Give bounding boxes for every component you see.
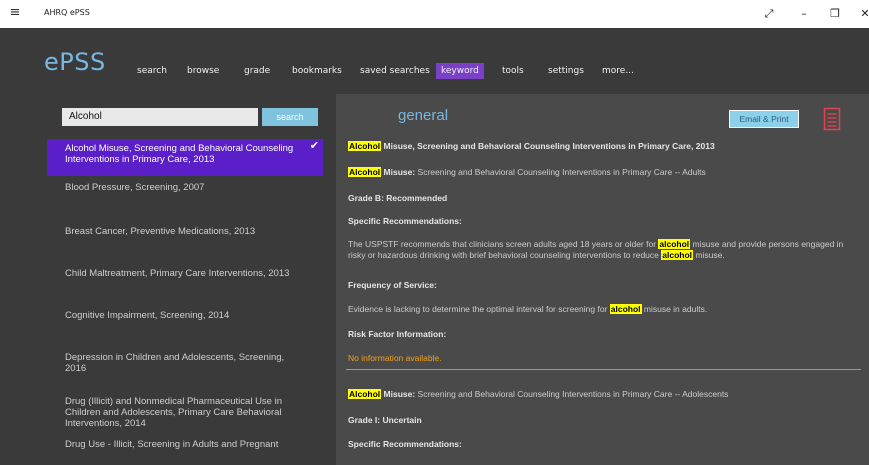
adults-spec-label: Specific Recommendations:	[348, 216, 462, 226]
adults-frequency-text: Evidence is lacking to determine the opt…	[348, 304, 708, 314]
adolescents-recommendation-title: Alcohol Misuse: Screening and Behavioral…	[348, 389, 729, 399]
bookmark-icon[interactable]	[823, 107, 841, 131]
keyword-highlight: Alcohol	[348, 167, 382, 177]
result-title: Drug (Illicit) and Nonmedical Pharmaceut…	[65, 396, 283, 429]
nav-keyword[interactable]: keyword	[436, 63, 484, 79]
nav-search[interactable]: search	[137, 63, 167, 79]
section-title: general	[398, 107, 449, 124]
check-icon: ✔	[309, 140, 319, 152]
nav-settings[interactable]: settings	[548, 63, 584, 79]
result-item[interactable]: Cognitive Impairment, Screening, 2014	[47, 310, 323, 321]
adults-spec-text: The USPSTF recommends that clinicians sc…	[348, 239, 844, 260]
nav-tools[interactable]: tools	[502, 63, 524, 79]
adults-recommendation-title: Alcohol Misuse: Screening and Behavioral…	[348, 167, 706, 177]
result-title: Breast Cancer, Preventive Medications, 2…	[65, 226, 256, 237]
nav-more[interactable]: more...	[602, 63, 634, 79]
keyword-highlight: alcohol	[661, 250, 694, 260]
result-item[interactable]: Alcohol Misuse, Screening and Behavioral…	[47, 139, 323, 176]
result-item[interactable]: Child Maltreatment, Primary Care Interve…	[47, 268, 323, 279]
adults-frequency-label: Frequency of Service:	[348, 280, 437, 290]
nav-browse[interactable]: browse	[187, 63, 219, 79]
adults-risk-label: Risk Factor Information:	[348, 329, 447, 339]
nav-bookmarks[interactable]: bookmarks	[292, 63, 342, 79]
result-item[interactable]: Depression in Children and Adolescents, …	[47, 352, 323, 374]
app-header	[0, 28, 869, 94]
nav-grade[interactable]: grade	[244, 63, 270, 79]
result-item[interactable]: Drug Use - Illicit, Screening in Adults …	[47, 439, 323, 450]
minimize-button[interactable]: –	[795, 5, 813, 23]
email-print-button[interactable]: Email & Print	[729, 110, 799, 128]
result-item[interactable]: Breast Cancer, Preventive Medications, 2…	[47, 226, 323, 237]
restore-button[interactable]: ❐	[826, 5, 844, 23]
keyword-highlight: Alcohol	[348, 389, 382, 399]
keyword-highlight: alcohol	[609, 304, 642, 314]
app-logo: ePSS	[44, 48, 106, 76]
section-divider	[346, 369, 861, 370]
nav-saved-searches[interactable]: saved searches	[360, 63, 430, 79]
close-button[interactable]: ✕	[856, 5, 869, 23]
keyword-highlight: Alcohol	[348, 141, 382, 151]
result-item[interactable]: Drug (Illicit) and Nonmedical Pharmaceut…	[47, 396, 323, 429]
result-title: Depression in Children and Adolescents, …	[65, 352, 285, 374]
result-title: Drug Use - Illicit, Screening in Adults …	[65, 439, 279, 450]
adolescents-spec-label: Specific Recommendations:	[348, 439, 462, 449]
adults-risk-text: No information available.	[348, 353, 442, 363]
adults-grade: Grade B: Recommended	[348, 193, 448, 203]
result-title: Child Maltreatment, Primary Care Interve…	[65, 268, 290, 279]
keyword-highlight: alcohol	[658, 239, 691, 249]
hamburger-menu-icon[interactable]: ≡	[6, 4, 24, 22]
title-bar: ≡ AHRQ ePSS ⤢ – ❐ ✕	[0, 0, 869, 28]
adolescents-grade: Grade I: Uncertain	[348, 415, 422, 425]
window-title: AHRQ ePSS	[44, 8, 90, 17]
result-title: Blood Pressure, Screening, 2007	[65, 182, 205, 193]
detail-heading: Alcohol Misuse, Screening and Behavioral…	[348, 141, 715, 151]
expand-icon[interactable]: ⤢	[760, 5, 778, 23]
result-title: Alcohol Misuse, Screening and Behavioral…	[65, 143, 294, 165]
search-input[interactable]	[62, 108, 258, 126]
search-button[interactable]: search	[262, 108, 318, 126]
result-item[interactable]: Blood Pressure, Screening, 2007	[47, 182, 323, 193]
result-title: Cognitive Impairment, Screening, 2014	[65, 310, 230, 321]
